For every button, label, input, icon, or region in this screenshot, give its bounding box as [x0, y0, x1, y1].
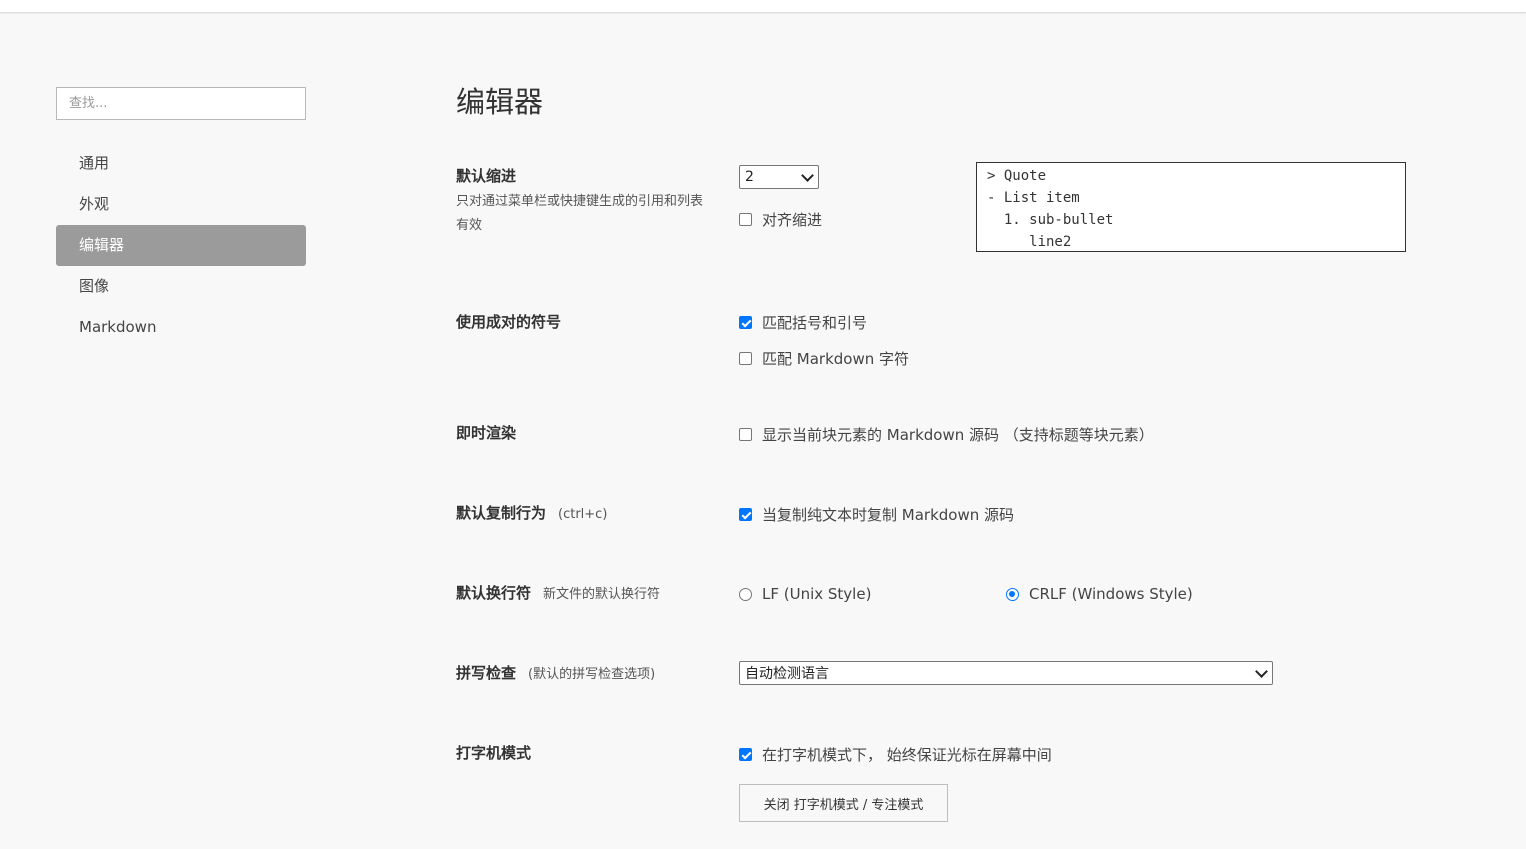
preview-line: 1. sub-bullet [987, 212, 1114, 228]
show-source-checkbox[interactable] [739, 428, 752, 441]
show-source-option[interactable]: 显示当前块元素的 Markdown 源码 （支持标题等块元素） [739, 424, 1154, 445]
copy-markdown-label: 当复制纯文本时复制 Markdown 源码 [762, 506, 1014, 524]
sidebar-item-markdown[interactable]: Markdown [56, 307, 306, 348]
copy-markdown-checkbox[interactable] [739, 508, 752, 521]
match-markdown-option[interactable]: 匹配 Markdown 字符 [739, 348, 909, 369]
page-title: 编辑器 [456, 85, 544, 119]
sidebar-item-appearance[interactable]: 外观 [56, 184, 306, 225]
close-typewriter-focus-button[interactable]: 关闭 打字机模式 / 专注模式 [739, 784, 948, 822]
copy-shortcut: (ctrl+c) [558, 507, 608, 522]
sidebar-item-general[interactable]: 通用 [56, 143, 306, 184]
align-indent-option[interactable]: 对齐缩进 [739, 209, 822, 230]
sidebar-item-label: 图像 [79, 277, 110, 295]
typewriter-center-label: 在打字机模式下， 始终保证光标在屏幕中间 [762, 746, 1052, 764]
match-brackets-checkbox[interactable] [739, 316, 752, 329]
indent-select-value: 2 [745, 169, 754, 185]
spell-language-select[interactable]: 自动检测语言 [739, 661, 1273, 685]
sidebar-item-image[interactable]: 图像 [56, 266, 306, 307]
match-markdown-label: 匹配 Markdown 字符 [762, 350, 909, 368]
typewriter-label: 打字机模式 [456, 744, 532, 762]
search-input[interactable] [56, 87, 306, 120]
match-markdown-checkbox[interactable] [739, 352, 752, 365]
sidebar-item-label: 通用 [79, 154, 110, 172]
match-brackets-option[interactable]: 匹配括号和引号 [739, 312, 867, 333]
preview-line: line2 [987, 234, 1072, 250]
eol-label: 默认换行符 新文件的默认换行符 [456, 582, 660, 603]
indent-description: 只对通过菜单栏或快捷键生成的引用和列表有效 [456, 194, 704, 233]
eol-label-text: 默认换行符 [456, 584, 532, 602]
pairs-label: 使用成对的符号 [456, 313, 562, 331]
copy-label-text: 默认复制行为 [456, 504, 547, 522]
sidebar-item-label: Markdown [79, 318, 157, 336]
chevron-down-icon [1255, 665, 1268, 678]
eol-crlf-radio[interactable] [1006, 587, 1019, 601]
copy-markdown-option[interactable]: 当复制纯文本时复制 Markdown 源码 [739, 504, 1014, 525]
sidebar-item-label: 编辑器 [79, 236, 125, 254]
typewriter-center-option[interactable]: 在打字机模式下， 始终保证光标在屏幕中间 [739, 744, 1052, 765]
eol-lf-radio[interactable] [739, 587, 752, 601]
eol-crlf-label: CRLF (Windows Style) [1029, 585, 1193, 603]
preview-line: - List item [987, 190, 1080, 206]
align-indent-label: 对齐缩进 [762, 211, 823, 229]
spell-sublabel: (默认的拼写检查选项) [528, 667, 656, 682]
spell-select-value: 自动检测语言 [745, 666, 829, 682]
spell-label-text: 拼写检查 [456, 664, 517, 682]
top-bar [0, 0, 1526, 13]
indent-label: 默认缩进 [456, 167, 517, 185]
chevron-down-icon [801, 169, 814, 182]
indent-preview: > Quote - List item 1. sub-bullet line2 [976, 162, 1406, 252]
live-render-label: 即时渲染 [456, 424, 517, 442]
indent-select[interactable]: 2 [739, 165, 819, 189]
spell-label: 拼写检查 (默认的拼写检查选项) [456, 662, 655, 683]
eol-lf-label: LF (Unix Style) [762, 585, 872, 603]
sidebar-item-editor[interactable]: 编辑器 [56, 225, 306, 266]
match-brackets-label: 匹配括号和引号 [762, 314, 868, 332]
copy-label: 默认复制行为 (ctrl+c) [456, 502, 607, 523]
eol-sublabel: 新文件的默认换行符 [543, 587, 661, 602]
preview-line: > Quote [987, 168, 1047, 184]
show-source-label: 显示当前块元素的 Markdown 源码 （支持标题等块元素） [762, 426, 1154, 444]
sidebar-item-label: 外观 [79, 195, 110, 213]
eol-crlf-option[interactable]: CRLF (Windows Style) [1006, 585, 1193, 603]
eol-lf-option[interactable]: LF (Unix Style) [739, 585, 871, 603]
typewriter-center-checkbox[interactable] [739, 748, 752, 761]
align-indent-checkbox[interactable] [739, 213, 752, 226]
